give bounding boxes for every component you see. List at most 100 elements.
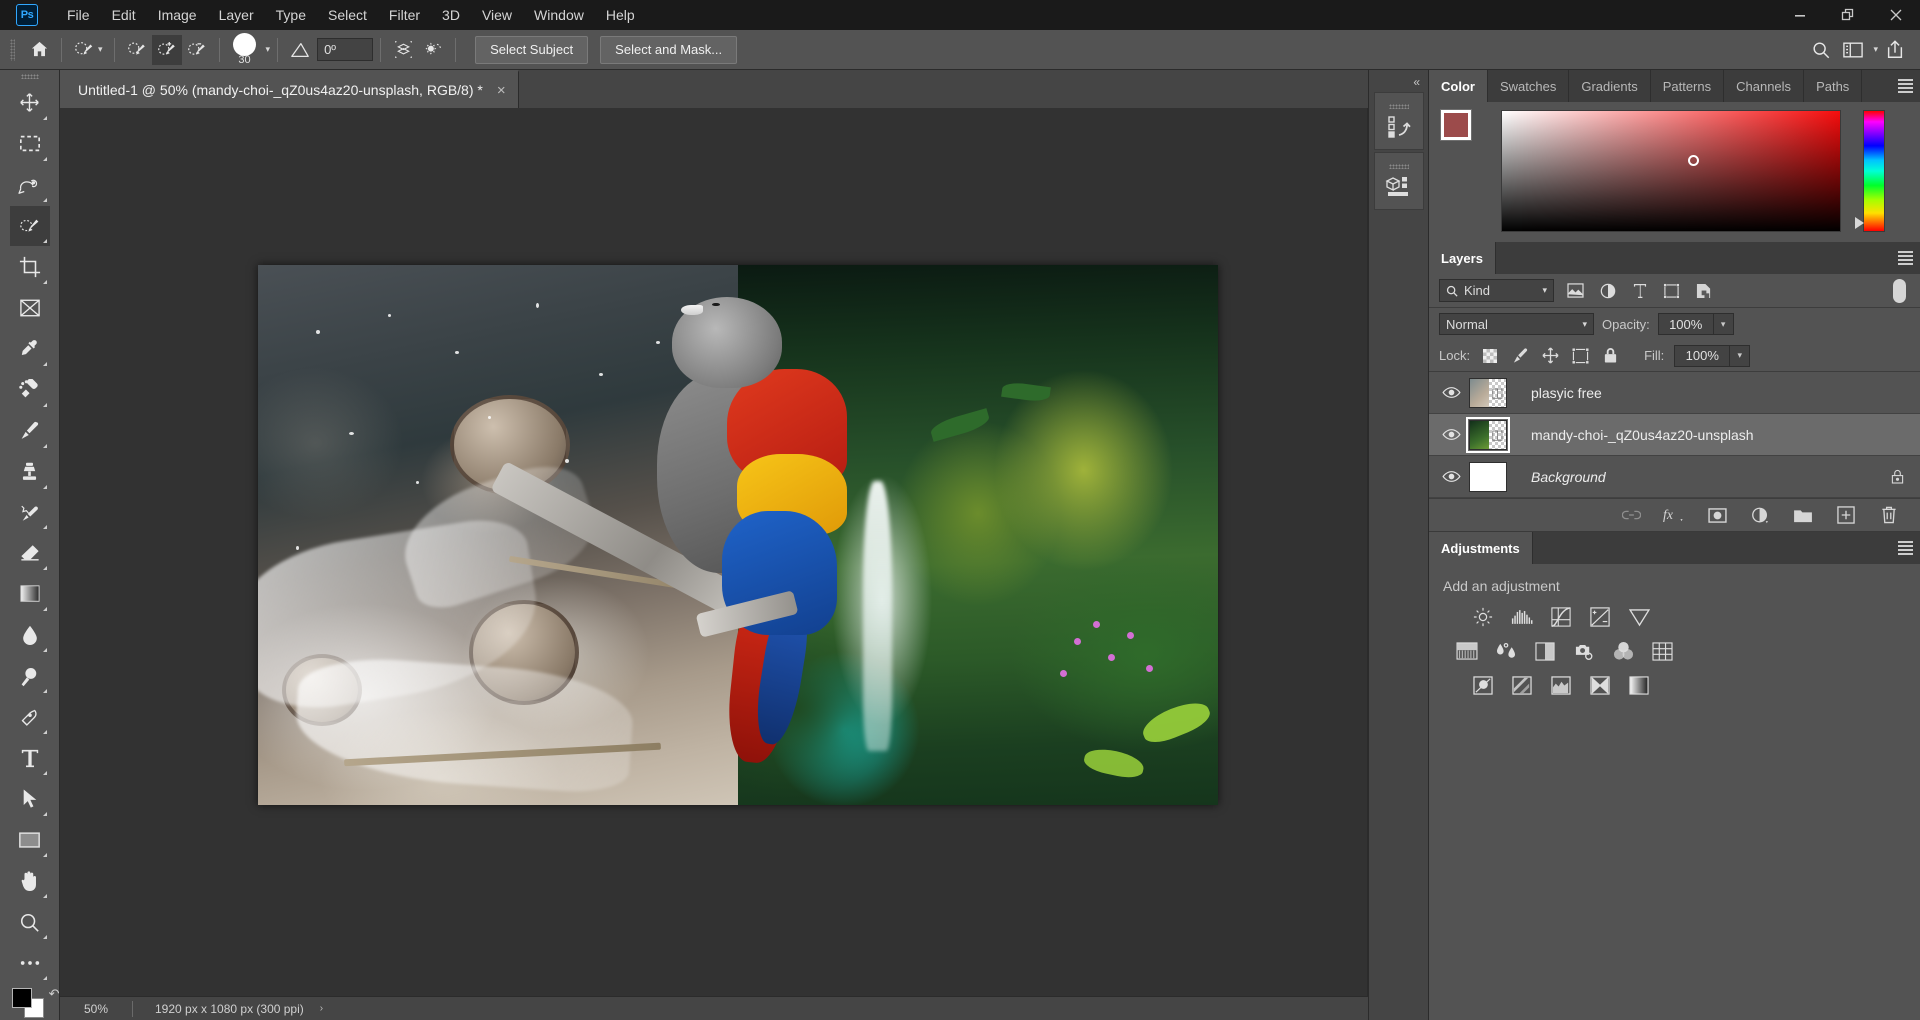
new-adjustment-layer-icon[interactable] bbox=[1749, 504, 1771, 526]
brush-tool[interactable] bbox=[10, 411, 50, 451]
status-expand-chevron-icon[interactable]: › bbox=[320, 1003, 323, 1014]
hue-saturation-icon[interactable] bbox=[1453, 638, 1481, 664]
toolbox-grip[interactable] bbox=[21, 74, 39, 79]
eyedropper-tool[interactable] bbox=[10, 329, 50, 369]
threshold-icon[interactable] bbox=[1547, 672, 1575, 698]
layer-visibility-eye-icon[interactable] bbox=[1433, 470, 1469, 483]
rectangular-marquee-tool[interactable] bbox=[10, 124, 50, 164]
layer-thumbnail-wrap[interactable] bbox=[1469, 462, 1521, 492]
opacity-stepper-chevron-down-icon[interactable]: ▾ bbox=[1714, 313, 1734, 335]
color-panel-swatches[interactable] bbox=[1441, 110, 1487, 154]
foreground-color-swatch[interactable] bbox=[12, 988, 32, 1008]
selection-add-icon[interactable] bbox=[152, 35, 182, 65]
brightness-contrast-icon[interactable] bbox=[1469, 604, 1497, 630]
layer-filter-kind-select[interactable]: Kind ▾ bbox=[1439, 279, 1554, 302]
levels-icon[interactable] bbox=[1508, 604, 1536, 630]
3d-panel-icon[interactable] bbox=[1374, 152, 1424, 210]
filter-smart-object-icon[interactable] bbox=[1693, 280, 1714, 301]
canvas-viewport[interactable] bbox=[60, 108, 1368, 996]
document-tab[interactable]: Untitled-1 @ 50% (mandy-choi-_qZ0us4az20… bbox=[60, 70, 519, 108]
clone-stamp-tool[interactable] bbox=[10, 452, 50, 492]
menu-filter[interactable]: Filter bbox=[378, 0, 431, 30]
object-selection-tool[interactable] bbox=[10, 165, 50, 205]
filter-pixel-icon[interactable] bbox=[1565, 280, 1586, 301]
channel-mixer-icon[interactable] bbox=[1609, 638, 1637, 664]
brush-picker-chevron-down-icon[interactable]: ▾ bbox=[266, 44, 271, 55]
close-button[interactable] bbox=[1872, 0, 1920, 30]
layer-mask-thumbnail[interactable]: ◫ bbox=[1489, 421, 1506, 449]
rectangle-tool[interactable] bbox=[10, 820, 50, 860]
layer-thumbnail[interactable] bbox=[1469, 462, 1507, 492]
table-row[interactable]: ◫ plasyic free bbox=[1429, 372, 1920, 414]
photo-filter-icon[interactable] bbox=[1570, 638, 1598, 664]
hue-slider-marker[interactable] bbox=[1855, 217, 1864, 229]
quick-selection-tool[interactable] bbox=[10, 206, 50, 246]
tab-color[interactable]: Color bbox=[1429, 70, 1488, 102]
options-bar-grip[interactable] bbox=[10, 39, 15, 61]
layer-filter-toggle[interactable] bbox=[1893, 279, 1906, 303]
lock-position-icon[interactable] bbox=[1540, 346, 1560, 366]
color-balance-icon[interactable] bbox=[1492, 638, 1520, 664]
spot-healing-brush-tool[interactable] bbox=[10, 370, 50, 410]
table-row[interactable]: ◫ mandy-choi-_qZ0us4az20-unsplash bbox=[1429, 414, 1920, 456]
layer-thumbnail[interactable]: ◫ bbox=[1469, 378, 1507, 408]
tab-patterns[interactable]: Patterns bbox=[1651, 70, 1724, 102]
hand-tool[interactable] bbox=[10, 861, 50, 901]
workspace-chevron-down-icon[interactable]: ▾ bbox=[1873, 44, 1878, 55]
tab-adjustments[interactable]: Adjustments bbox=[1429, 532, 1533, 564]
filter-adjustment-icon[interactable] bbox=[1597, 280, 1618, 301]
layer-visibility-eye-icon[interactable] bbox=[1433, 386, 1469, 399]
menu-image[interactable]: Image bbox=[147, 0, 208, 30]
swap-colors-icon[interactable]: ↶ bbox=[49, 986, 60, 1002]
table-row[interactable]: Background bbox=[1429, 456, 1920, 498]
fill-value[interactable]: 100% bbox=[1674, 345, 1730, 367]
hue-slider[interactable] bbox=[1863, 110, 1885, 232]
invert-icon[interactable] bbox=[1469, 672, 1497, 698]
delete-layer-icon[interactable] bbox=[1878, 504, 1900, 526]
color-spectrum-field[interactable] bbox=[1501, 110, 1841, 232]
blend-mode-select[interactable]: Normal ▾ bbox=[1439, 313, 1594, 335]
select-and-mask-button[interactable]: Select and Mask... bbox=[600, 36, 737, 64]
tool-color-swatches[interactable]: ↶ bbox=[8, 986, 52, 1020]
blur-tool[interactable] bbox=[10, 615, 50, 655]
edit-toolbar-ellipsis-icon[interactable] bbox=[10, 943, 50, 983]
menu-help[interactable]: Help bbox=[595, 0, 646, 30]
layer-visibility-eye-icon[interactable] bbox=[1433, 428, 1469, 441]
layer-thumbnail-wrap[interactable]: ◫ bbox=[1469, 420, 1521, 450]
new-group-icon[interactable] bbox=[1792, 504, 1814, 526]
tool-preset-picker[interactable]: ▾ bbox=[69, 35, 107, 65]
menu-window[interactable]: Window bbox=[523, 0, 595, 30]
lock-image-pixels-icon[interactable] bbox=[1510, 346, 1530, 366]
brush-angle-field[interactable]: 0º bbox=[317, 38, 373, 61]
frame-tool[interactable] bbox=[10, 288, 50, 328]
layer-name[interactable]: plasyic free bbox=[1521, 385, 1920, 401]
menu-edit[interactable]: Edit bbox=[101, 0, 147, 30]
layer-name[interactable]: Background bbox=[1521, 469, 1891, 485]
restore-button[interactable] bbox=[1824, 0, 1872, 30]
opacity-value[interactable]: 100% bbox=[1658, 313, 1714, 335]
color-picker-cursor[interactable] bbox=[1688, 155, 1699, 166]
layer-mask-thumbnail[interactable]: ◫ bbox=[1489, 379, 1506, 407]
home-icon[interactable] bbox=[24, 35, 54, 65]
add-layer-mask-icon[interactable] bbox=[1706, 504, 1728, 526]
filter-type-icon[interactable] bbox=[1629, 280, 1650, 301]
pen-tool[interactable] bbox=[10, 697, 50, 737]
new-layer-icon[interactable] bbox=[1835, 504, 1857, 526]
layer-style-fx-icon[interactable]: fx bbox=[1663, 504, 1685, 526]
history-brush-tool[interactable] bbox=[10, 493, 50, 533]
color-panel-menu-icon[interactable] bbox=[1898, 70, 1913, 102]
link-layers-icon[interactable] bbox=[1620, 504, 1642, 526]
dodge-tool[interactable] bbox=[10, 656, 50, 696]
adjustments-panel-menu-icon[interactable] bbox=[1898, 532, 1913, 564]
exposure-icon[interactable] bbox=[1586, 604, 1614, 630]
move-tool[interactable] bbox=[10, 83, 50, 123]
path-selection-tool[interactable] bbox=[10, 779, 50, 819]
document-tab-close-icon[interactable]: × bbox=[497, 83, 506, 98]
layer-thumbnail[interactable]: ◫ bbox=[1469, 420, 1507, 450]
workspace-switcher-icon[interactable] bbox=[1838, 35, 1868, 65]
tab-gradients[interactable]: Gradients bbox=[1569, 70, 1650, 102]
menu-3d[interactable]: 3D bbox=[431, 0, 471, 30]
selective-color-icon[interactable] bbox=[1586, 672, 1614, 698]
collapse-panels-icon[interactable]: « bbox=[1369, 72, 1428, 92]
selection-new-icon[interactable] bbox=[122, 35, 152, 65]
